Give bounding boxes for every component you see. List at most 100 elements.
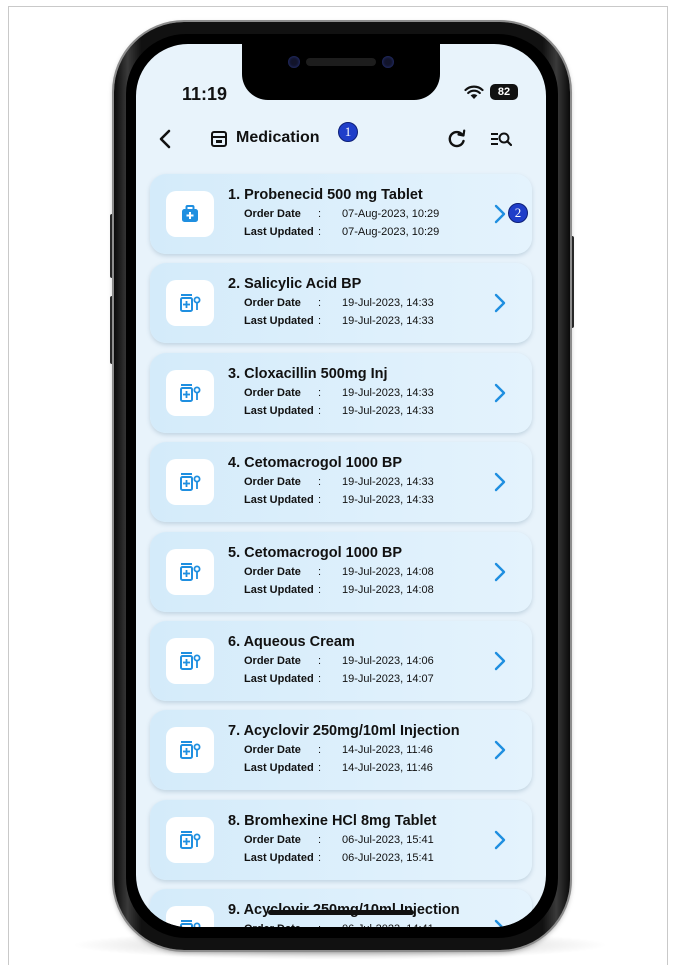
separator: : [318, 404, 322, 417]
medication-name: 7. Acyclovir 250mg/10ml Injection [228, 723, 460, 740]
medicine-bottle-icon [179, 293, 201, 313]
separator: : [318, 851, 322, 864]
earpiece-speaker [306, 58, 376, 66]
order-date-value: 14-Jul-2023, 11:46 [342, 744, 433, 757]
separator: : [318, 297, 322, 310]
separator: : [318, 565, 322, 578]
medication-card[interactable]: 5. Cetomacrogol 1000 BP Order Date: 19-Jul… [150, 531, 532, 612]
medication-card[interactable]: 6. Aqueous Cream Order Date: 19-Jul-2023, … [150, 621, 532, 701]
last-updated-row: Last Updated: 14-Jul-2023, 11:46 [244, 762, 433, 774]
order-date-row: Order Date: 19-Jul-2023, 14:08 [244, 566, 434, 578]
medication-name: 4. Cetomacrogol 1000 BP [228, 455, 403, 472]
order-date-value: 19-Jul-2023, 14:33 [342, 386, 434, 399]
medicine-bottle-icon [179, 651, 201, 671]
order-date-row: Order Date: 19-Jul-2023, 14:33 [244, 387, 434, 399]
annotation-badge-2: 2 [508, 203, 528, 223]
chevron-right-icon[interactable] [494, 383, 506, 403]
last-updated-row: Last Updated: 19-Jul-2023, 14:07 [244, 673, 434, 685]
chevron-right-icon[interactable] [494, 919, 506, 927]
order-date-row: Order Date:06-Jul-2023, 14:41 [244, 923, 434, 927]
medication-card[interactable]: 3. Cloxacillin 500mg Inj Order Date: 19-Ju… [150, 352, 532, 433]
order-date-row: Order Date: 14-Jul-2023, 11:46 [244, 744, 433, 756]
separator: : [318, 494, 322, 507]
separator: : [318, 583, 322, 596]
order-date-row: Order Date: 06-Jul-2023, 15:41 [244, 834, 434, 846]
medicine-bottle-icon [179, 472, 201, 492]
medicine-bottle-icon [179, 383, 201, 403]
back-arrow-icon[interactable] [154, 126, 178, 152]
order-date-row: Order Date: 19-Jul-2023, 14:06 [244, 655, 434, 667]
chevron-right-icon[interactable] [494, 204, 506, 224]
order-date-label: Order Date [244, 655, 301, 667]
medication-name: 6. Aqueous Cream [228, 634, 355, 650]
last-updated-label: Last Updated [244, 762, 314, 775]
separator: : [318, 673, 322, 685]
order-date-label: Order Date [244, 923, 318, 927]
card-icon-tile [166, 191, 214, 237]
chevron-right-icon[interactable] [494, 293, 506, 313]
medicine-box-icon [211, 131, 227, 147]
card-icon-tile [166, 906, 214, 927]
last-updated-row: Last Updated: 19-Jul-2023, 14:33 [244, 405, 434, 417]
filter-search-icon[interactable] [490, 130, 512, 148]
card-icon-tile [166, 638, 214, 684]
separator: : [318, 226, 322, 238]
wifi-icon [464, 85, 484, 99]
medication-name: 5. Cetomacrogol 1000 BP [228, 544, 403, 561]
medication-card[interactable]: 4. Cetomacrogol 1000 BP Order Date: 19-Jul… [150, 442, 532, 523]
app-header: Medication 1 [136, 116, 546, 164]
order-date-row: Order Date: 07-Aug-2023, 10:29 [244, 208, 439, 220]
home-indicator[interactable] [268, 910, 414, 915]
medication-card[interactable]: 8. Bromhexine HCl 8mg Tablet Order Date: 0… [150, 799, 532, 880]
medication-card[interactable]: 1. Probenecid 500 mg Tablet Order Date: 07… [150, 174, 532, 254]
medicine-bottle-icon [179, 919, 201, 927]
medicine-bottle-icon [179, 830, 201, 850]
separator: : [318, 315, 322, 328]
phone-device: 11:19 82 Medication 1 1. Probenecid 500 … [114, 22, 570, 950]
refresh-icon[interactable] [446, 128, 468, 150]
last-updated-row: Last Updated: 19-Jul-2023, 14:08 [244, 584, 434, 596]
chevron-right-icon[interactable] [494, 562, 506, 582]
medication-card[interactable]: 2. Salicylic Acid BP Order Date: 19-Jul-20… [150, 263, 532, 344]
order-date-value: 19-Jul-2023, 14:06 [342, 655, 434, 667]
page-title: Medication [236, 129, 320, 146]
chevron-right-icon[interactable] [494, 472, 506, 492]
status-time: 11:19 [182, 84, 228, 104]
order-date-label: Order Date [244, 744, 301, 757]
last-updated-value: 19-Jul-2023, 14:08 [342, 583, 434, 596]
card-icon-tile [166, 459, 214, 506]
order-date-value: 19-Jul-2023, 14:33 [342, 297, 434, 310]
status-icons: 82 [464, 84, 518, 100]
last-updated-value: 07-Aug-2023, 10:29 [342, 226, 440, 238]
card-icon-tile [166, 280, 214, 327]
last-updated-value: 19-Jul-2023, 14:07 [342, 673, 434, 685]
phone-screen: 11:19 82 Medication 1 1. Probenecid 500 … [136, 44, 546, 927]
last-updated-row: Last Updated: 06-Jul-2023, 15:41 [244, 852, 434, 864]
last-updated-row: Last Updated: 19-Jul-2023, 14:33 [244, 315, 434, 327]
separator: : [318, 833, 322, 846]
chevron-right-icon[interactable] [494, 651, 506, 671]
order-date-label: Order Date [244, 565, 301, 578]
separator: : [318, 762, 322, 775]
order-date-value: 19-Jul-2023, 14:08 [342, 565, 434, 578]
face-sensor [382, 56, 394, 68]
separator: : [318, 476, 322, 489]
card-icon-tile [166, 727, 214, 774]
first-aid-kit-icon [180, 204, 200, 224]
medication-card[interactable]: 9. Acyclovir 250mg/10ml InjectionOrder D… [150, 889, 532, 927]
card-icon-tile [166, 548, 214, 595]
card-icon-tile [166, 369, 214, 416]
notch [242, 44, 440, 100]
chevron-right-icon[interactable] [494, 740, 506, 760]
order-date-value: 06-Jul-2023, 14:41 [342, 923, 434, 927]
last-updated-label: Last Updated [244, 851, 314, 864]
last-updated-label: Last Updated [244, 315, 314, 328]
last-updated-label: Last Updated [244, 583, 314, 596]
chevron-right-icon[interactable] [494, 830, 506, 850]
medication-name: 1. Probenecid 500 mg Tablet [228, 187, 423, 203]
medicine-bottle-icon [179, 740, 201, 760]
medication-card[interactable]: 7. Acyclovir 250mg/10ml Injection Order D… [150, 710, 532, 791]
medication-name: 8. Bromhexine HCl 8mg Tablet [228, 812, 437, 829]
separator: : [318, 744, 322, 757]
separator: : [318, 208, 322, 220]
